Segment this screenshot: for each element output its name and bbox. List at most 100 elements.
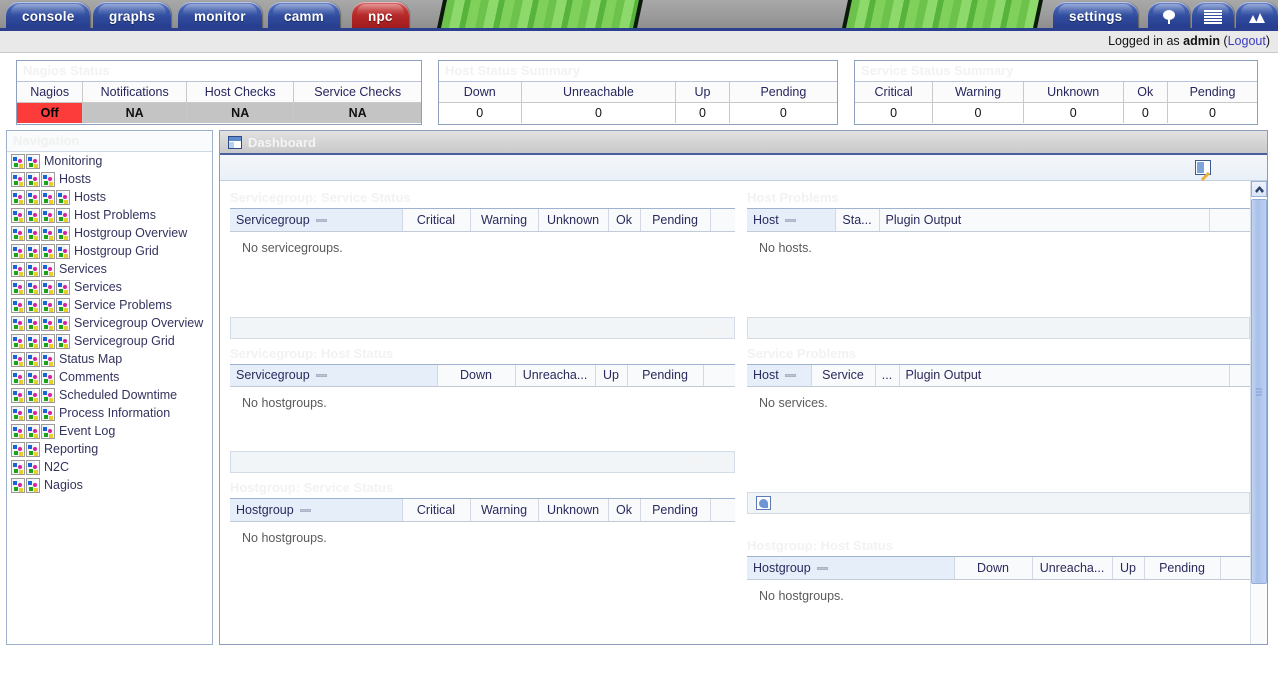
col-hostgroup[interactable]: Hostgroup [747, 557, 955, 580]
tree-expander-icon[interactable] [11, 459, 25, 475]
col-status-truncated[interactable]: ... [875, 364, 900, 387]
sidebar-item-host-problems[interactable]: Host Problems [7, 206, 212, 224]
col-plugin-output[interactable]: Plugin Output [899, 364, 1230, 387]
col-status[interactable]: Sta... [835, 209, 880, 232]
tree-expander-icon[interactable] [11, 297, 25, 313]
col-hostgroup[interactable]: Hostgroup [230, 499, 403, 522]
sidebar-item-hostgroup-grid[interactable]: Hostgroup Grid [7, 242, 212, 260]
tree-expander-icon[interactable] [26, 189, 40, 205]
scroll-thumb[interactable] [1251, 199, 1267, 584]
tree-expander-icon[interactable] [11, 423, 25, 439]
dashboard-scrollbar[interactable] [1250, 181, 1267, 644]
tree-expander-icon[interactable] [26, 243, 40, 259]
tree-expander-icon[interactable] [41, 189, 55, 205]
col-up[interactable]: Up [1112, 557, 1145, 580]
col-unknown[interactable]: Unknown [538, 499, 609, 522]
col-unreachable[interactable]: Unreacha... [515, 364, 596, 387]
tree-expander-icon[interactable] [26, 333, 40, 349]
tree-expander-icon[interactable] [11, 315, 25, 331]
tree-expander-icon[interactable] [11, 171, 25, 187]
sidebar-item-event-log[interactable]: Event Log [7, 422, 212, 440]
tree-expander-icon[interactable] [11, 207, 25, 223]
wrench-icon[interactable] [756, 496, 771, 510]
col-service[interactable]: Service [811, 364, 876, 387]
tree-expander-icon[interactable] [26, 405, 40, 421]
tree-expander-icon[interactable] [26, 171, 40, 187]
nav-tab-console[interactable]: console [6, 2, 91, 28]
tree-expander-icon[interactable] [11, 477, 25, 493]
tree-expander-icon[interactable] [11, 369, 25, 385]
column-resize-handle[interactable] [315, 218, 327, 222]
tree-expander-icon[interactable] [11, 153, 25, 169]
sidebar-item-status-map[interactable]: Status Map [7, 350, 212, 368]
col-down[interactable]: Down [954, 557, 1033, 580]
nav-tab-tree[interactable] [1148, 2, 1190, 28]
column-resize-handle[interactable] [784, 374, 796, 378]
tree-expander-icon[interactable] [26, 387, 40, 403]
tree-expander-icon[interactable] [26, 369, 40, 385]
col-down[interactable]: Down [437, 364, 516, 387]
col-pending[interactable]: Pending [627, 364, 704, 387]
tree-expander-icon[interactable] [11, 387, 25, 403]
col-critical[interactable]: Critical [402, 499, 471, 522]
tree-expander-icon[interactable] [41, 297, 55, 313]
nav-tab-settings[interactable]: settings [1053, 2, 1139, 28]
sidebar-item-process-information[interactable]: Process Information [7, 404, 212, 422]
edit-dashboard-icon[interactable] [1195, 160, 1211, 175]
col-servicegroup[interactable]: Servicegroup [230, 209, 403, 232]
col-host[interactable]: Host [747, 209, 836, 232]
tree-expander-icon[interactable] [41, 315, 55, 331]
tree-expander-icon[interactable] [26, 225, 40, 241]
col-warning[interactable]: Warning [470, 499, 539, 522]
sidebar-item-monitoring[interactable]: Monitoring [7, 152, 212, 170]
tree-expander-icon[interactable] [11, 441, 25, 457]
tree-expander-icon[interactable] [26, 351, 40, 367]
tree-expander-icon[interactable] [41, 207, 55, 223]
col-servicegroup[interactable]: Servicegroup [230, 364, 438, 387]
sidebar-item-services[interactable]: Services [7, 278, 212, 296]
sidebar-item-scheduled-downtime[interactable]: Scheduled Downtime [7, 386, 212, 404]
tree-expander-icon[interactable] [26, 261, 40, 277]
scroll-up-arrow[interactable] [1251, 181, 1267, 197]
sidebar-item-nagios[interactable]: Nagios [7, 476, 212, 494]
logout-link[interactable]: Logout [1228, 34, 1266, 48]
tree-expander-icon[interactable] [26, 207, 40, 223]
col-pending[interactable]: Pending [640, 209, 711, 232]
tree-expander-icon[interactable] [41, 243, 55, 259]
col-critical[interactable]: Critical [402, 209, 471, 232]
col-up[interactable]: Up [595, 364, 628, 387]
tree-expander-icon[interactable] [11, 261, 25, 277]
tree-expander-icon[interactable] [41, 225, 55, 241]
column-resize-handle[interactable] [299, 508, 311, 512]
tree-expander-icon[interactable] [26, 297, 40, 313]
col-unreachable[interactable]: Unreacha... [1032, 557, 1113, 580]
sidebar-item-hosts[interactable]: Hosts [7, 188, 212, 206]
col-pending[interactable]: Pending [640, 499, 711, 522]
tree-expander-icon[interactable] [11, 243, 25, 259]
nav-tab-list[interactable] [1192, 2, 1234, 28]
col-unknown[interactable]: Unknown [538, 209, 609, 232]
sidebar-item-servicegroup-overview[interactable]: Servicegroup Overview [7, 314, 212, 332]
col-warning[interactable]: Warning [470, 209, 539, 232]
col-ok[interactable]: Ok [608, 209, 641, 232]
tree-expander-icon[interactable] [11, 405, 25, 421]
tree-expander-icon[interactable] [41, 279, 55, 295]
tree-expander-icon[interactable] [11, 351, 25, 367]
nav-tab-monitor[interactable]: monitor [178, 2, 262, 28]
sidebar-item-servicegroup-grid[interactable]: Servicegroup Grid [7, 332, 212, 350]
nav-tab-camm[interactable]: camm [268, 2, 340, 28]
nav-tab-graphs[interactable]: graphs [93, 2, 172, 28]
sidebar-item-n2c[interactable]: N2C [7, 458, 212, 476]
sidebar-item-reporting[interactable]: Reporting [7, 440, 212, 458]
tree-expander-icon[interactable] [11, 279, 25, 295]
tree-expander-icon[interactable] [11, 225, 25, 241]
sidebar-item-services[interactable]: Services [7, 260, 212, 278]
tree-expander-icon[interactable] [41, 333, 55, 349]
col-ok[interactable]: Ok [608, 499, 641, 522]
sidebar-item-hosts[interactable]: Hosts [7, 170, 212, 188]
col-plugin-output[interactable]: Plugin Output [879, 209, 1210, 232]
tree-expander-icon[interactable] [11, 189, 25, 205]
sidebar-item-comments[interactable]: Comments [7, 368, 212, 386]
nav-tab-graph[interactable] [1236, 2, 1278, 28]
col-pending[interactable]: Pending [1144, 557, 1221, 580]
